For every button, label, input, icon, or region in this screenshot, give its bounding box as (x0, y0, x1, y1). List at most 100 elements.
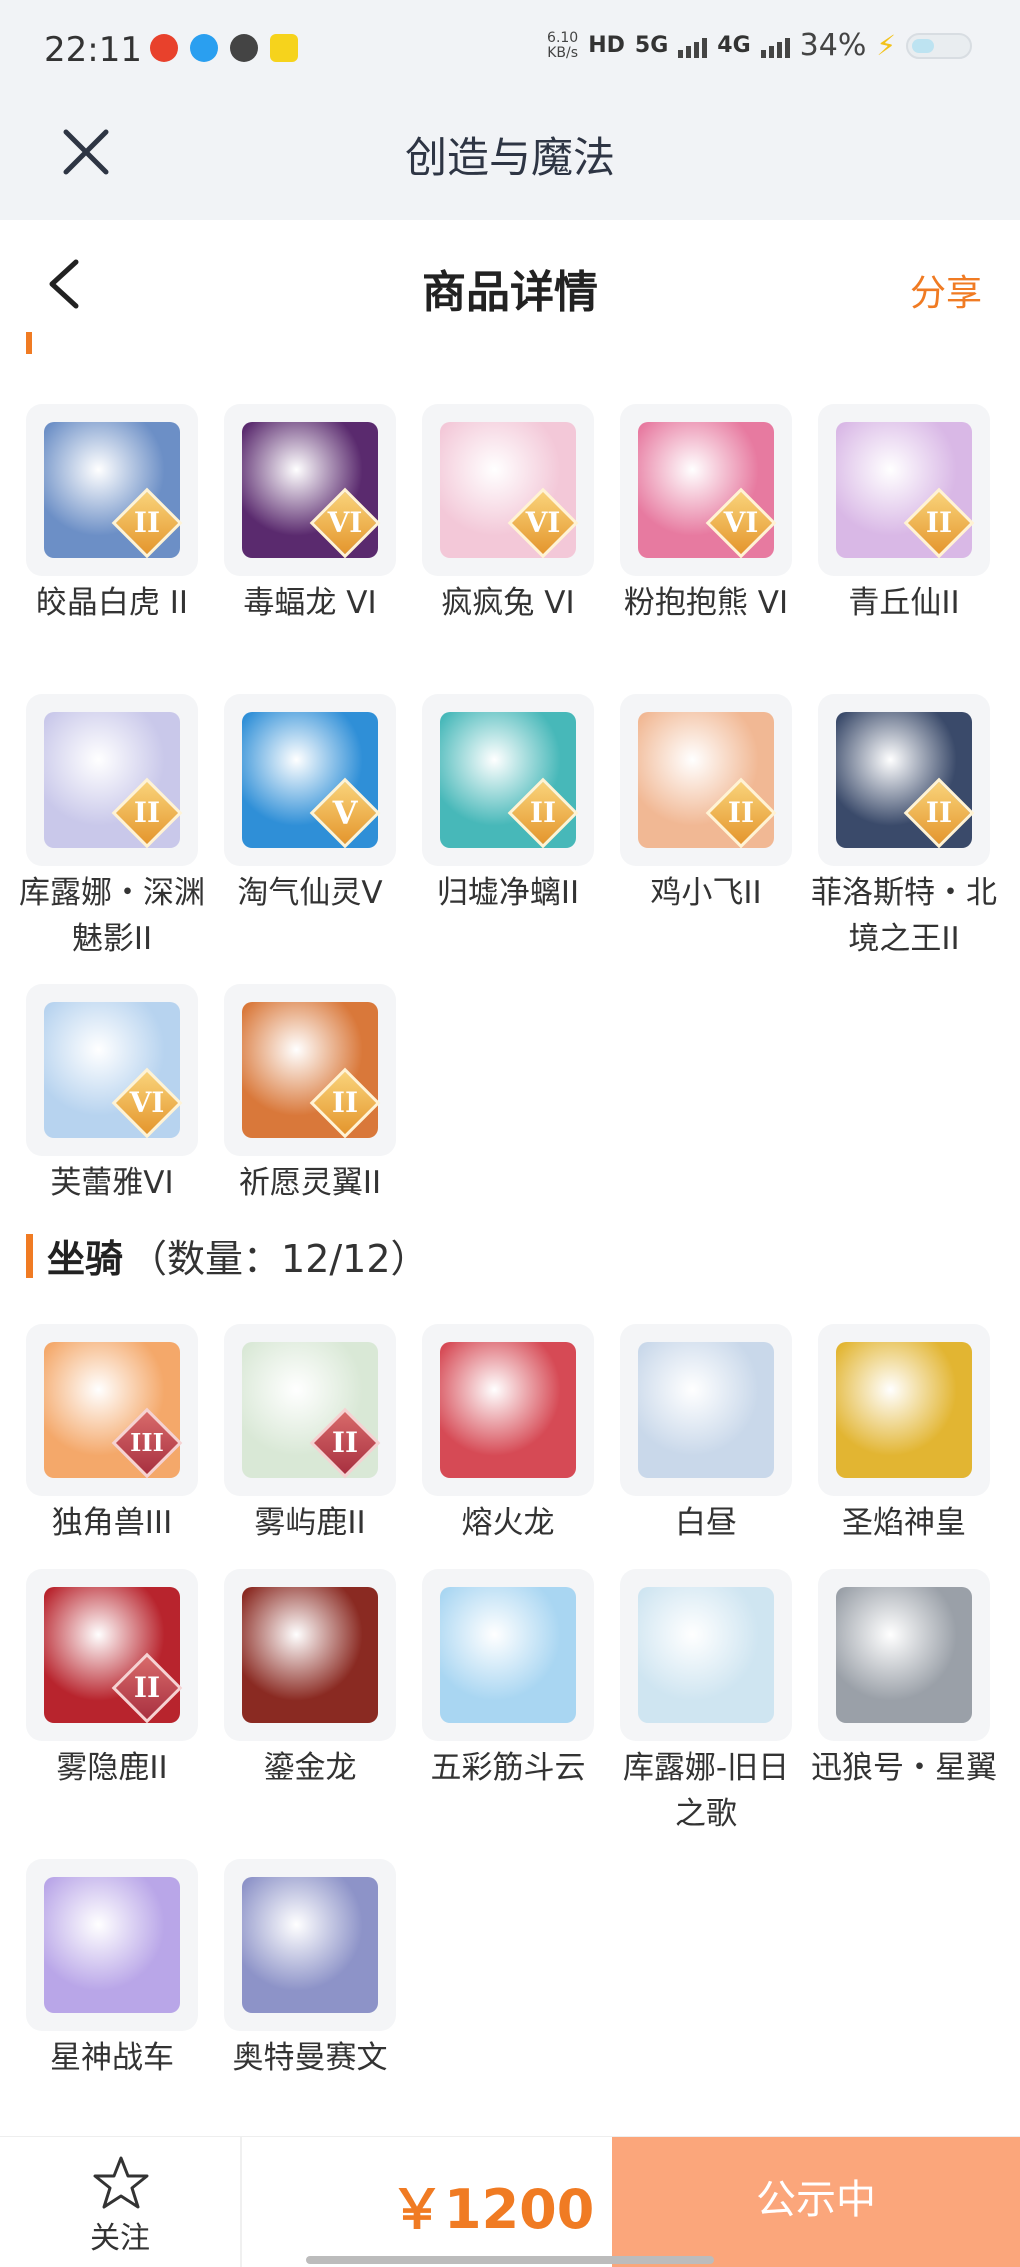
share-button[interactable]: 分享 (910, 264, 982, 316)
rank-badge-text: II (133, 796, 161, 829)
home-indicator (306, 2256, 714, 2264)
item-thumbnail[interactable]: VI (422, 404, 594, 576)
item-name: 归墟净螭II (436, 875, 580, 911)
rank-badge-text: II (925, 506, 953, 539)
rank-badge-text: II (133, 1671, 161, 1704)
price: ￥1200 (390, 2178, 595, 2241)
hd-icon: HD (588, 33, 625, 58)
item-name: 白昼 (675, 1505, 737, 1541)
item-name: 奥特曼赛文 (232, 2040, 388, 2076)
rank-badge-text: VI (525, 506, 561, 539)
status-time: 22:11 (44, 30, 142, 70)
status-button[interactable]: 公示中 (612, 2137, 1020, 2267)
item-thumbnail[interactable]: VI (26, 984, 198, 1156)
item-image (440, 1342, 576, 1478)
page-header: 商品详情 分享 (0, 220, 1020, 332)
item-name: 菲洛斯特・北境之王II (811, 875, 997, 957)
item-thumbnail[interactable] (620, 1324, 792, 1496)
section-name: 坐骑 (47, 1237, 124, 1281)
item-name: 芙蕾雅VI (50, 1165, 174, 1201)
section-count: （数量：12/12） (129, 1237, 429, 1281)
app-notification-icon (150, 34, 178, 62)
item-thumbnail[interactable] (422, 1569, 594, 1741)
item-name: 鸡小飞II (650, 875, 762, 911)
rank-badge-text: V (332, 794, 358, 832)
item-name: 淘气仙灵V (237, 875, 383, 911)
item-thumbnail[interactable] (224, 1569, 396, 1741)
item-thumbnail[interactable]: II (422, 694, 594, 866)
net-speed: 6.10 KB/s (547, 29, 579, 61)
app-title: 创造与魔法 (404, 133, 615, 182)
sim2-label: 4G (717, 33, 751, 58)
item-thumbnail[interactable]: II (224, 1324, 396, 1496)
item-image (836, 1587, 972, 1723)
item-image (242, 1877, 378, 2013)
mounts-section-header: 坐骑 （数量：12/12） (26, 1228, 429, 1283)
item-name: 皎晶白虎 II (35, 585, 189, 621)
rank-badge-text: VI (327, 506, 363, 539)
qq-icon (190, 34, 218, 62)
item-name: 星神战车 (50, 2040, 174, 2076)
item-name: 鎏金龙 (263, 1750, 357, 1786)
rank-badge-text: II (727, 796, 755, 829)
item-thumbnail[interactable] (818, 1324, 990, 1496)
item-name: 毒蝠龙 VI (243, 585, 377, 621)
signal-icon-2 (760, 34, 790, 58)
item-thumbnail[interactable]: II (26, 1569, 198, 1741)
follow-label: 关注 (90, 2221, 150, 2256)
item-thumbnail[interactable]: V (224, 694, 396, 866)
item-thumbnail[interactable]: II (620, 694, 792, 866)
section-accent-bar (26, 1233, 33, 1278)
item-thumbnail[interactable]: II (26, 404, 198, 576)
app-header: 创造与魔法 (0, 100, 1020, 220)
item-thumbnail[interactable]: VI (224, 404, 396, 576)
item-thumbnail[interactable]: III (26, 1324, 198, 1496)
message-icon (230, 34, 258, 62)
rank-badge-text: II (925, 796, 953, 829)
item-name: 库露娜-旧日之歌 (622, 1750, 790, 1832)
star-icon (93, 2156, 149, 2209)
item-image (638, 1342, 774, 1478)
item-name: 熔火龙 (461, 1505, 555, 1541)
battery-percent: 34% (799, 28, 867, 63)
item-thumbnail[interactable] (224, 1859, 396, 2031)
item-image (836, 1342, 972, 1478)
follow-button[interactable]: 关注 (0, 2137, 242, 2267)
status-bar: 22:11 6.10 KB/s HD 5G 4G 34% ⚡ (0, 0, 1020, 100)
item-thumbnail[interactable]: II (224, 984, 396, 1156)
item-thumbnail[interactable]: VI (620, 404, 792, 576)
item-name: 雾隐鹿II (56, 1750, 168, 1786)
bottom-bar: 关注 ￥1200 公示中 (0, 2136, 1020, 2267)
item-thumbnail[interactable] (26, 1859, 198, 2031)
sim1-label: 5G (634, 33, 669, 58)
item-thumbnail[interactable]: II (818, 404, 990, 576)
item-thumbnail[interactable] (818, 1569, 990, 1741)
app-7-icon (270, 34, 298, 62)
item-name: 祈愿灵翼II (238, 1165, 382, 1201)
item-thumbnail[interactable] (422, 1324, 594, 1496)
rank-badge-text: II (331, 1086, 359, 1119)
item-image (440, 1587, 576, 1723)
battery-icon (906, 32, 972, 59)
rank-badge-text: VI (129, 1086, 165, 1119)
rank-badge-text: II (529, 796, 557, 829)
item-name: 库露娜・深渊魅影II (19, 875, 205, 957)
notification-icons (150, 34, 298, 62)
item-name: 粉抱抱熊 VI (623, 585, 789, 621)
item-image (44, 1877, 180, 2013)
charging-icon: ⚡ (876, 29, 896, 62)
page-title: 商品详情 (422, 267, 598, 318)
rank-badge-text: VI (723, 506, 759, 539)
item-thumbnail[interactable]: II (818, 694, 990, 866)
item-name: 疯疯兔 VI (441, 585, 575, 621)
item-name: 五彩筋斗云 (430, 1750, 586, 1786)
item-name: 青丘仙II (848, 585, 960, 621)
item-name: 独角兽III (51, 1505, 173, 1541)
item-image (638, 1587, 774, 1723)
item-thumbnail[interactable] (620, 1569, 792, 1741)
item-thumbnail[interactable]: II (26, 694, 198, 866)
rank-badge-text: II (133, 506, 161, 539)
rank-badge-text: II (331, 1426, 359, 1459)
item-image (242, 1587, 378, 1723)
signal-icon (678, 34, 708, 58)
